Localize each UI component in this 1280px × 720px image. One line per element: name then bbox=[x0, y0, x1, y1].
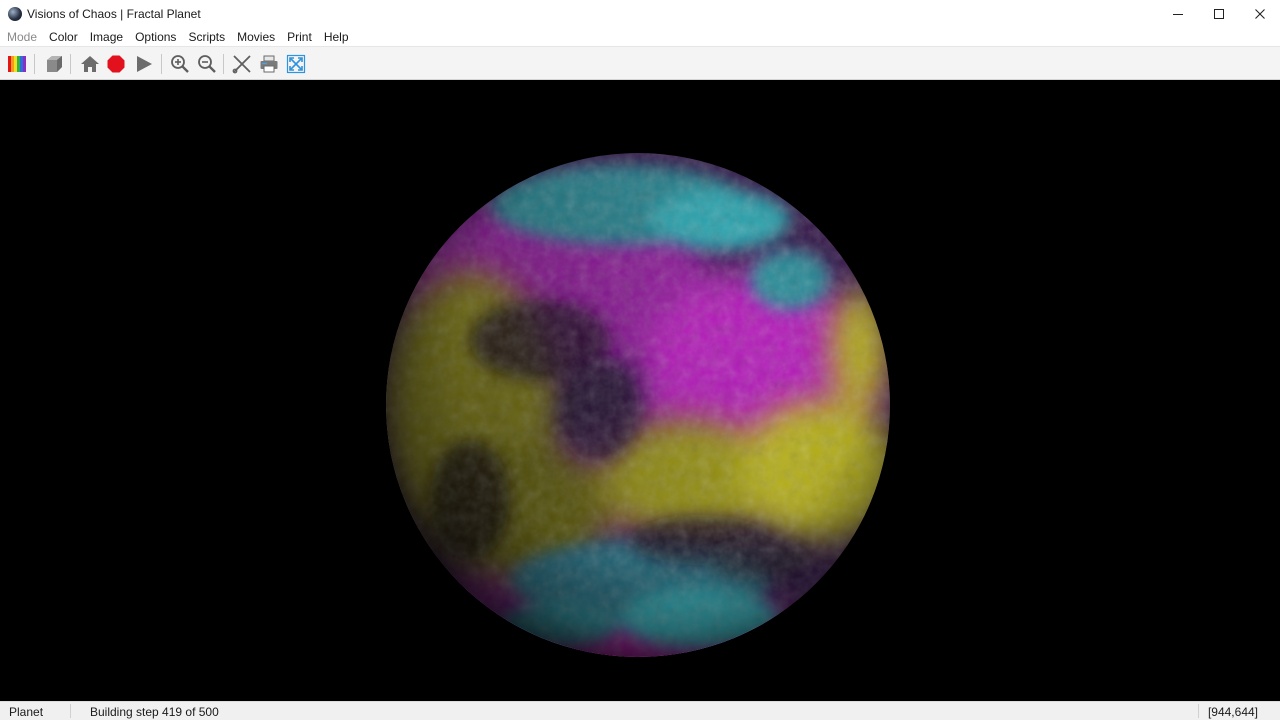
toolbar-separator bbox=[223, 54, 224, 74]
render-canvas[interactable] bbox=[0, 80, 1280, 701]
menu-help[interactable]: Help bbox=[318, 28, 355, 46]
minimize-button[interactable] bbox=[1157, 0, 1198, 28]
menu-color[interactable]: Color bbox=[43, 28, 84, 46]
close-button[interactable] bbox=[1239, 0, 1280, 28]
close-icon bbox=[1254, 9, 1265, 19]
status-bar: Planet Building step 419 of 500 [944,644… bbox=[0, 701, 1280, 720]
menu-bar: Mode Color Image Options Scripts Movies … bbox=[0, 28, 1280, 46]
app-logo-icon bbox=[8, 7, 22, 21]
maximize-icon bbox=[1213, 9, 1224, 19]
toolbar-separator bbox=[161, 54, 162, 74]
stop-button[interactable] bbox=[104, 52, 128, 76]
toolbar bbox=[0, 46, 1280, 80]
menu-scripts[interactable]: Scripts bbox=[182, 28, 231, 46]
menu-options[interactable]: Options bbox=[129, 28, 182, 46]
status-mode: Planet bbox=[9, 705, 44, 719]
stop-icon bbox=[107, 55, 125, 73]
status-message: Building step 419 of 500 bbox=[90, 705, 219, 719]
status-divider bbox=[70, 704, 71, 718]
window-title: Visions of Chaos | Fractal Planet bbox=[27, 7, 201, 21]
planet-surface bbox=[386, 153, 890, 657]
zoom-out-icon bbox=[198, 55, 216, 73]
window-controls bbox=[1157, 0, 1280, 28]
menu-movies[interactable]: Movies bbox=[231, 28, 281, 46]
color-palette-button[interactable] bbox=[5, 52, 29, 76]
zoom-out-button[interactable] bbox=[195, 52, 219, 76]
menu-image[interactable]: Image bbox=[84, 28, 129, 46]
cube-icon bbox=[47, 56, 62, 72]
play-icon bbox=[137, 56, 152, 72]
tools-button[interactable] bbox=[230, 52, 254, 76]
toolbar-separator bbox=[70, 54, 71, 74]
maximize-button[interactable] bbox=[1198, 0, 1239, 28]
toolbar-separator bbox=[34, 54, 35, 74]
menu-print[interactable]: Print bbox=[281, 28, 318, 46]
cancel-tools-icon bbox=[232, 55, 251, 74]
app-window: Visions of Chaos | Fractal Planet Mode C… bbox=[0, 0, 1280, 720]
zoom-in-button[interactable] bbox=[168, 52, 192, 76]
home-icon bbox=[81, 56, 99, 72]
minimize-icon bbox=[1172, 14, 1183, 15]
color-palette-icon bbox=[8, 56, 26, 72]
status-divider bbox=[1198, 704, 1199, 718]
status-coordinates: [944,644] bbox=[1207, 705, 1258, 719]
zoom-in-icon bbox=[171, 55, 189, 73]
fractal-planet-render bbox=[386, 153, 890, 657]
fullscreen-button[interactable] bbox=[284, 52, 308, 76]
cube-button[interactable] bbox=[42, 52, 66, 76]
title-bar[interactable]: Visions of Chaos | Fractal Planet bbox=[0, 0, 1280, 28]
play-button[interactable] bbox=[132, 52, 156, 76]
fullscreen-icon bbox=[286, 54, 306, 74]
print-button[interactable] bbox=[257, 52, 281, 76]
menu-mode[interactable]: Mode bbox=[0, 28, 43, 46]
home-button[interactable] bbox=[78, 52, 102, 76]
print-icon bbox=[260, 55, 278, 73]
